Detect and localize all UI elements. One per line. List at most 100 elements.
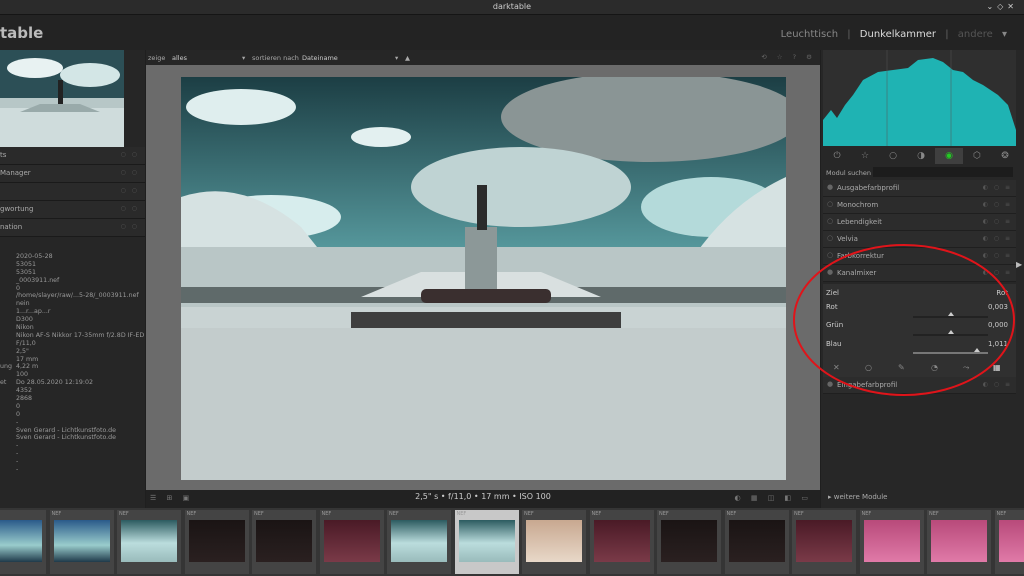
power-icon[interactable]: ⏻ [823,148,851,164]
left-section-1[interactable]: ts ○ ○ [0,147,145,165]
window-title: darktable [492,2,532,11]
info-value: D300 [16,316,33,324]
info-value: 100 [16,371,29,379]
view-darkroom[interactable]: Dunkelkammer [860,29,936,40]
info-row: 0 [0,411,145,419]
module-group-tabs: ⏻ ☆ ○ ◑ ◉ ⬡ ❂ [823,148,1016,164]
thumb-image [593,520,650,562]
tone-icon[interactable]: ◑ [907,148,935,164]
close-icon[interactable]: ✕ [1007,2,1018,11]
view-lighttable[interactable]: Leuchttisch [781,29,838,40]
info-row: 1...r...ap...r [0,308,145,316]
chevron-down-icon[interactable]: ▾ [1002,29,1007,40]
filmstrip-thumb[interactable]: NEF [522,510,586,574]
more-modules[interactable]: ▸ weitere Module [828,493,888,501]
navigation-thumbnail[interactable] [0,50,124,147]
effects-icon[interactable]: ❂ [991,148,1019,164]
info-row: _0003911.nef [0,277,145,285]
filmstrip-thumb[interactable]: NEF [454,510,519,574]
thumb-image [323,520,380,562]
info-row: 53051 [0,261,145,269]
info-row: 0 [0,285,145,293]
filmstrip-thumb[interactable]: NEF [724,510,789,574]
thumb-format-label: NEF [659,511,669,517]
show-label: zeige [148,54,166,62]
show-select[interactable]: alles [172,54,187,62]
sort-select[interactable]: Dateiname [302,54,338,62]
view-other[interactable]: andere [958,29,993,40]
info-row: 100 [0,371,145,379]
minimize-icon[interactable]: ⌄ [986,2,997,11]
info-row: - [0,466,145,474]
histogram[interactable] [823,50,1016,146]
restore-icon[interactable]: ◇ [997,2,1007,11]
thumb-format-label: NEF [726,511,737,517]
filmstrip-thumb[interactable]: NEF [0,510,46,574]
info-value: 2,5" [16,347,29,355]
module-ausgabefarbprofil[interactable]: ● Ausgabefarbprofil ◐ ○ ≡ [823,180,1016,197]
sort-direction-button[interactable]: ▲ [405,54,410,62]
filmstrip-thumb[interactable]: NEF [657,510,721,574]
filmstrip-thumb[interactable]: NEF [859,510,924,574]
thumb-image [0,520,42,562]
view-separator: | [847,29,851,40]
color-icon[interactable]: ◉ [935,148,963,164]
filmstrip-thumb[interactable]: NEF [319,510,384,574]
thumb-image [53,520,110,562]
info-row: et Do 28.05.2020 12:19:02 [0,379,145,387]
topbar-icons[interactable]: ⟲ ☆ ? ⚙ [761,53,816,61]
filmstrip-thumb[interactable]: NEF [792,510,856,574]
thumb-format-label: NEF [119,511,129,517]
info-row: Sven Gerard - Lichtkunstfoto.de [0,427,145,435]
info-row: ung 4,22 m [0,363,145,371]
info-row: - [0,458,145,466]
info-row: - [0,419,145,427]
info-value: /home/slayer/raw/...5-28/_0003911.nef [16,292,139,300]
chevron-down-icon[interactable]: ▾ [242,54,245,62]
thumb-format-label: NEF [996,511,1007,517]
filmstrip-thumb[interactable]: NEF [589,510,654,574]
info-row: D300 [0,316,145,324]
filmstrip-thumb[interactable]: NEF [994,510,1024,574]
window-controls[interactable]: ⌄◇✕ [986,2,1018,11]
info-value: 0 [16,402,21,410]
filmstrip-thumb[interactable]: NEF [49,510,114,574]
view-separator: | [945,29,949,40]
module-search-input[interactable] [873,167,1013,177]
info-value: 2868 [16,395,33,403]
left-section-2[interactable]: Manager ○ ○ [0,165,145,183]
info-row: 17 mm [0,356,145,364]
info-value: Nikon AF-S Nikkor 17-35mm f/2.8D IF-ED [16,331,145,339]
thumb-format-label: NEF [186,511,197,517]
filmstrip-thumb[interactable]: NEF [117,510,181,574]
left-section-5[interactable]: nation ○ ○ [0,219,145,237]
module-monochrom[interactable]: ○ Monochrom ◐ ○ ≡ [823,197,1016,214]
view-switcher: Leuchttisch | Dunkelkammer | andere ▾ [778,29,1010,40]
info-value: Sven Gerard - Lichtkunstfoto.de [16,426,117,434]
thumb-format-label: NEF [794,511,804,517]
thumb-image [931,520,987,562]
exif-summary: 2,5" s • f/11,0 • 17 mm • ISO 100 [415,492,551,501]
main-image[interactable] [181,77,786,480]
chevron-down-icon[interactable]: ▾ [395,54,398,62]
info-value: - [16,450,19,458]
filmstrip-thumb[interactable]: NEF [184,510,249,574]
left-section-3[interactable]: ○ ○ [0,183,145,201]
filmstrip-thumb[interactable]: NEF [387,510,451,574]
thumb-image [796,520,852,562]
left-section-4[interactable]: gwortung ○ ○ [0,201,145,219]
info-value: 0 [16,284,21,292]
filmstrip-thumb[interactable]: NEF [252,510,316,574]
module-lebendigkeit[interactable]: ○ Lebendigkeit ◐ ○ ≡ [823,214,1016,231]
filmstrip-thumb[interactable]: NEF [927,510,991,574]
correct-icon[interactable]: ⬡ [963,148,991,164]
thumb-image [188,520,245,562]
info-value: nein [16,300,30,308]
info-row: 53051 [0,269,145,277]
info-row: Sven Gerard - Lichtkunstfoto.de [0,434,145,442]
info-value: 53051 [16,260,37,268]
more-modules-label[interactable]: weitere Module [834,493,888,501]
star-icon[interactable]: ☆ [851,148,879,164]
circle-icon[interactable]: ○ [879,148,907,164]
thumb-format-label: NEF [321,511,332,517]
